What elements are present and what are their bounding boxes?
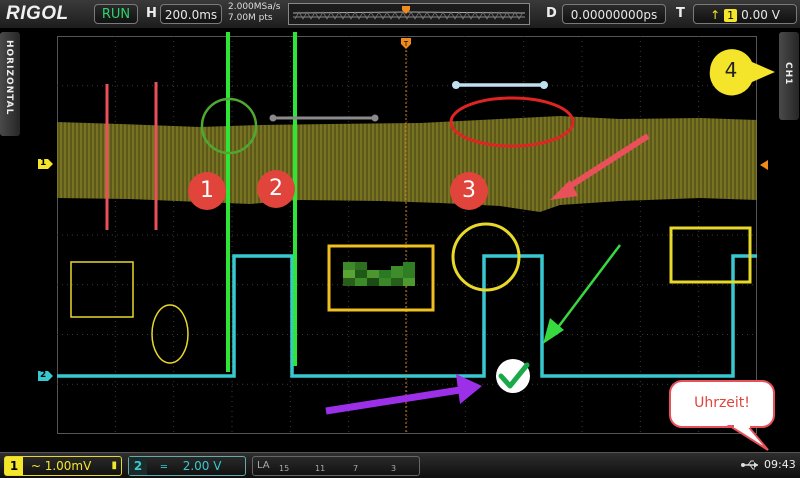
ch1-scale-indicator[interactable]: 1 ~ 1.00mV ▮ [4,456,122,476]
callout-text: Uhrzeit! [694,395,750,411]
la-tick: 3 [391,464,397,473]
ch2-number: 2 [129,457,147,475]
ch1-marker-label: 1 [40,158,47,168]
logic-analyzer-indicator[interactable]: LA 15 11 7 3 [252,456,420,476]
ch2-scale-indicator[interactable]: 2 ═ 2.00 V [128,456,246,476]
ch2-coupling-icon: ═ [160,462,167,473]
checkmark-icon [496,359,530,393]
badge-3-label: 3 [462,178,476,203]
badge-2-label: 2 [269,176,283,201]
usb-icon [740,457,760,476]
oscilloscope-screen: RIGOL RUN H 200.0ms 2.000MSa/s 7.00M pts… [0,0,800,478]
badge-4-label: 4 [724,58,738,82]
trigger-level-marker-icon [760,160,768,170]
callout-bubble [669,380,775,451]
badge-1-label: 1 [200,178,214,203]
ch1-coupling-icon: ▮ [111,460,117,471]
la-tick: 15 [279,464,290,473]
la-tick: 7 [353,464,359,473]
svg-text:T: T [403,40,409,48]
ch1-noise-waveform [57,116,757,212]
ch2-scale: 2.00 V [182,459,222,473]
annotation-shapes [70,32,752,415]
clock: 09:43 [764,458,796,471]
ch2-marker-label: 2 [40,370,47,380]
la-label: LA [257,460,270,471]
pixelated-censor-block [343,262,415,286]
ch1-number: 1 [5,457,23,475]
la-tick: 11 [315,464,326,473]
ch1-scale: ~ 1.00mV [30,459,92,473]
